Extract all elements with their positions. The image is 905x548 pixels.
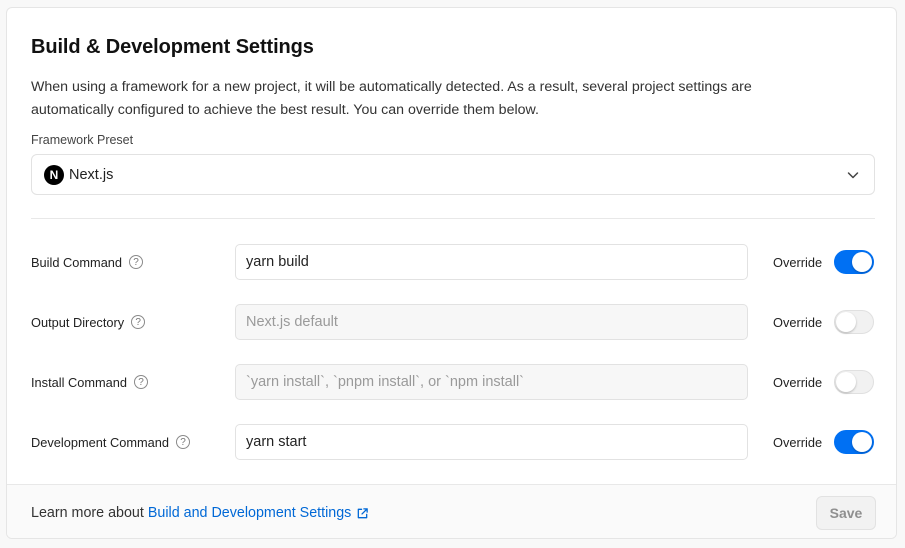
override-label: Override xyxy=(773,314,823,330)
development-command-input[interactable] xyxy=(235,424,748,460)
help-icon[interactable]: ? xyxy=(131,315,146,329)
learn-more-prefix: Learn more about xyxy=(31,505,144,521)
output-directory-input[interactable] xyxy=(235,304,748,340)
section-title: Build & Development Settings xyxy=(31,36,314,58)
framework-preset-value: Next.js xyxy=(69,166,114,183)
divider xyxy=(31,218,875,219)
build-command-label: Build Command xyxy=(31,254,123,270)
development-command-label: Development Command xyxy=(31,434,169,450)
section-description: When using a framework for a new project… xyxy=(31,79,752,118)
development-command-override-toggle[interactable] xyxy=(834,430,874,454)
install-command-label: Install Command xyxy=(31,374,128,390)
install-command-override-toggle[interactable] xyxy=(834,370,874,394)
nextjs-logo-icon: N xyxy=(44,164,64,185)
help-icon[interactable]: ? xyxy=(134,375,149,389)
learn-more-link[interactable]: Build and Development Settings xyxy=(148,505,369,521)
framework-preset-label: Framework Preset xyxy=(31,133,134,147)
toggle-knob xyxy=(852,252,872,272)
build-command-row: Build Command ? Override xyxy=(7,244,896,280)
output-directory-override-toggle[interactable] xyxy=(834,310,874,334)
override-label: Override xyxy=(773,434,823,450)
override-label: Override xyxy=(773,254,823,270)
external-link-icon xyxy=(358,507,369,518)
card-footer: Learn more about Build and Development S… xyxy=(7,484,896,538)
build-settings-card: Build & Development Settings When using … xyxy=(6,7,897,539)
help-icon[interactable]: ? xyxy=(176,435,190,449)
save-button[interactable]: Save xyxy=(816,496,876,530)
install-command-row: Install Command ? Override xyxy=(7,364,896,400)
build-command-input[interactable] xyxy=(235,244,748,280)
help-icon[interactable]: ? xyxy=(129,255,144,269)
toggle-knob xyxy=(836,312,856,332)
build-command-override-toggle[interactable] xyxy=(834,250,874,274)
chevron-down-icon xyxy=(847,172,859,179)
output-directory-row: Output Directory ? Override xyxy=(7,304,896,340)
toggle-knob xyxy=(836,372,856,392)
install-command-input[interactable] xyxy=(235,364,748,400)
override-label: Override xyxy=(773,374,823,390)
output-directory-label: Output Directory xyxy=(31,314,125,330)
toggle-knob xyxy=(852,432,872,452)
framework-preset-select[interactable]: N Next.js xyxy=(31,154,875,195)
learn-more-link-text: Build and Development Settings xyxy=(147,505,352,521)
development-command-row: Development Command ? Override xyxy=(7,424,896,460)
learn-more-text: Learn more about Build and Development S… xyxy=(31,485,369,538)
